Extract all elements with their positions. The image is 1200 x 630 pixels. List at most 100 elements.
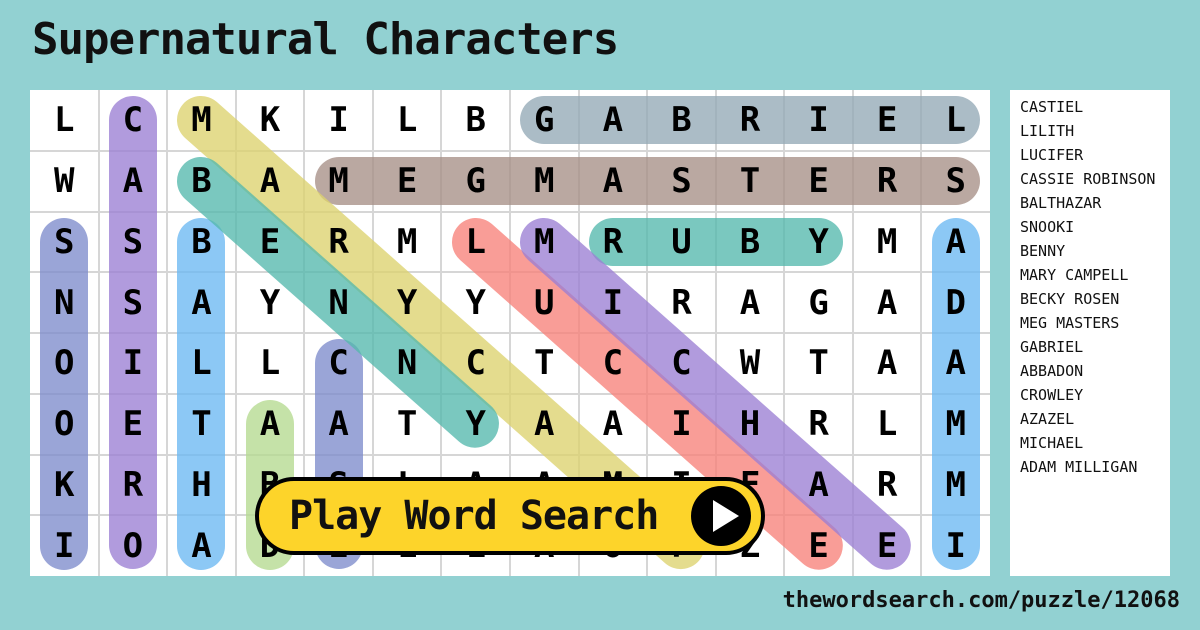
grid-cell[interactable]: O	[99, 515, 168, 576]
grid-cell[interactable]: U	[647, 212, 716, 273]
grid-cell[interactable]: N	[30, 272, 99, 333]
grid-cell[interactable]: E	[784, 515, 853, 576]
grid-cell[interactable]: M	[921, 394, 990, 455]
grid-cell[interactable]: W	[30, 151, 99, 212]
grid-cell[interactable]: C	[441, 333, 510, 394]
grid-cell[interactable]: T	[784, 333, 853, 394]
grid-cell[interactable]: L	[921, 90, 990, 151]
grid-cell[interactable]: M	[853, 212, 922, 273]
grid-cell[interactable]: U	[510, 272, 579, 333]
grid-cell[interactable]: Y	[236, 272, 305, 333]
grid-cell[interactable]: E	[853, 90, 922, 151]
grid-cell[interactable]: O	[30, 333, 99, 394]
grid-cell[interactable]: S	[647, 151, 716, 212]
grid-cell[interactable]: S	[99, 212, 168, 273]
grid-cell[interactable]: Y	[441, 272, 510, 333]
grid-cell[interactable]: M	[510, 151, 579, 212]
grid-cell[interactable]: G	[441, 151, 510, 212]
grid-cell[interactable]: C	[304, 333, 373, 394]
grid-cell[interactable]: L	[853, 394, 922, 455]
grid-cell[interactable]: T	[716, 151, 785, 212]
grid-cell[interactable]: S	[99, 272, 168, 333]
grid-cell[interactable]: B	[716, 212, 785, 273]
grid-cell[interactable]: G	[510, 90, 579, 151]
grid-cell[interactable]: L	[441, 212, 510, 273]
grid-cell[interactable]: D	[921, 272, 990, 333]
grid-cell[interactable]: B	[167, 212, 236, 273]
grid-cell[interactable]: O	[30, 394, 99, 455]
grid-cell[interactable]: A	[921, 212, 990, 273]
grid-cell[interactable]: M	[167, 90, 236, 151]
grid-cell[interactable]: A	[853, 272, 922, 333]
grid-cell[interactable]: I	[304, 90, 373, 151]
grid-cell[interactable]: A	[99, 151, 168, 212]
grid-cell[interactable]: T	[510, 333, 579, 394]
grid-cell[interactable]: H	[167, 455, 236, 516]
grid-cell[interactable]: A	[579, 151, 648, 212]
grid-cell[interactable]: I	[921, 515, 990, 576]
grid-cell[interactable]: A	[167, 515, 236, 576]
grid-cell[interactable]: K	[30, 455, 99, 516]
grid-cell[interactable]: R	[647, 272, 716, 333]
grid-cell[interactable]: A	[921, 333, 990, 394]
grid-cell[interactable]: B	[167, 151, 236, 212]
grid-cell[interactable]: E	[99, 394, 168, 455]
grid-cell[interactable]: R	[99, 455, 168, 516]
grid-cell[interactable]: A	[236, 151, 305, 212]
grid-cell[interactable]: E	[853, 515, 922, 576]
grid-cell[interactable]: A	[304, 394, 373, 455]
grid-cell[interactable]: C	[647, 333, 716, 394]
grid-cell[interactable]: R	[579, 212, 648, 273]
grid-cell[interactable]: I	[647, 394, 716, 455]
grid-cell[interactable]: R	[784, 394, 853, 455]
grid-cell[interactable]: W	[716, 333, 785, 394]
play-word-search-button[interactable]: Play Word Search	[255, 477, 765, 555]
grid-cell[interactable]: T	[373, 394, 442, 455]
grid-cell[interactable]: M	[510, 212, 579, 273]
grid-cell[interactable]: A	[167, 272, 236, 333]
grid-cell[interactable]: L	[30, 90, 99, 151]
grid-cell[interactable]: L	[373, 90, 442, 151]
grid-cell[interactable]: N	[304, 272, 373, 333]
grid-cell[interactable]: R	[716, 90, 785, 151]
grid-cell[interactable]: A	[579, 394, 648, 455]
grid-cell[interactable]: G	[784, 272, 853, 333]
grid-cell[interactable]: E	[236, 212, 305, 273]
grid-cell[interactable]: B	[441, 90, 510, 151]
grid-cell[interactable]: M	[304, 151, 373, 212]
grid-cell[interactable]: E	[373, 151, 442, 212]
grid-cell[interactable]: C	[579, 333, 648, 394]
grid-cell[interactable]: C	[99, 90, 168, 151]
grid-cell[interactable]: L	[236, 333, 305, 394]
grid-cell[interactable]: Y	[784, 212, 853, 273]
grid-cell[interactable]: R	[304, 212, 373, 273]
grid-cell[interactable]: Y	[441, 394, 510, 455]
grid-cell[interactable]: T	[167, 394, 236, 455]
grid-cell[interactable]: M	[373, 212, 442, 273]
grid-cell[interactable]: A	[716, 272, 785, 333]
grid-cell[interactable]: R	[853, 455, 922, 516]
grid-cell[interactable]: I	[784, 90, 853, 151]
grid-cell[interactable]: B	[647, 90, 716, 151]
grid-cell[interactable]: S	[921, 151, 990, 212]
grid-cell[interactable]: K	[236, 90, 305, 151]
grid-cell[interactable]: S	[30, 212, 99, 273]
grid-cell[interactable]: R	[853, 151, 922, 212]
grid-cell[interactable]: M	[921, 455, 990, 516]
play-icon	[691, 486, 751, 546]
grid-cell[interactable]: I	[99, 333, 168, 394]
grid-cell[interactable]: A	[236, 394, 305, 455]
grid-cell[interactable]: I	[30, 515, 99, 576]
grid-cell[interactable]: A	[853, 333, 922, 394]
puzzle-url[interactable]: thewordsearch.com/puzzle/12068	[783, 588, 1180, 613]
grid-cell[interactable]: E	[784, 151, 853, 212]
word-list-item: AZAZEL	[1020, 410, 1075, 428]
grid-cell[interactable]: H	[716, 394, 785, 455]
grid-cell[interactable]: N	[373, 333, 442, 394]
grid-cell[interactable]: I	[579, 272, 648, 333]
grid-cell[interactable]: A	[579, 90, 648, 151]
grid-cell[interactable]: L	[167, 333, 236, 394]
grid-cell[interactable]: A	[784, 455, 853, 516]
grid-cell[interactable]: A	[510, 394, 579, 455]
grid-cell[interactable]: Y	[373, 272, 442, 333]
